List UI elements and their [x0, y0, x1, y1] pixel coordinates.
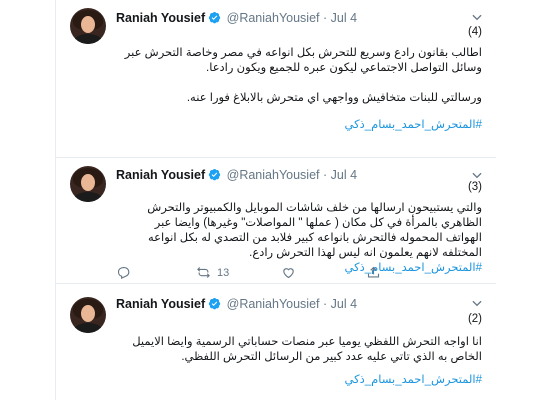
- tweet[interactable]: Raniah Yousief @RaniahYousief · Jul 4 (2…: [56, 284, 496, 400]
- tweet-text: (4) اطالب بقانون رادع وسريع للتحرش بكل ا…: [116, 25, 482, 133]
- avatar[interactable]: [70, 297, 106, 333]
- tweet-text: (3) والتي يستبيحون ارسالها من خلف شاشات …: [116, 180, 482, 276]
- display-name[interactable]: Raniah Yousief: [116, 11, 205, 25]
- thread-number: (2): [467, 313, 482, 325]
- tweet[interactable]: Raniah Yousief @RaniahYousief · Jul 4 (3…: [56, 158, 496, 284]
- thread-number: (4): [467, 26, 482, 38]
- tweet-paragraph: اطالب بقانون رادع وسريع للتحرش بكل انواع…: [124, 47, 482, 74]
- thread-number: (3): [467, 181, 482, 193]
- tweet-date[interactable]: Jul 4: [331, 297, 357, 311]
- reply-icon: [117, 266, 130, 280]
- tweet-date[interactable]: Jul 4: [331, 11, 357, 25]
- chevron-down-icon[interactable]: [470, 10, 484, 24]
- reply-button[interactable]: [116, 265, 131, 280]
- tweet[interactable]: Raniah Yousief @RaniahYousief · Jul 4 (4…: [56, 0, 496, 158]
- chevron-down-icon[interactable]: [470, 296, 484, 310]
- tweet-actions: 13: [116, 265, 416, 281]
- like-button[interactable]: [281, 265, 296, 280]
- avatar[interactable]: [70, 166, 106, 202]
- display-name[interactable]: Raniah Yousief: [116, 297, 205, 311]
- tweet-paragraph: والتي يستبيحون ارسالها من خلف شاشات المو…: [147, 202, 482, 259]
- retweet-button[interactable]: 13: [196, 265, 229, 280]
- retweet-count: 13: [217, 266, 230, 279]
- avatar[interactable]: [70, 8, 106, 44]
- tweet-paragraph: انا اواجه التحرش اللفظي يوميا عبر منصات …: [132, 336, 482, 363]
- retweet-icon: [197, 267, 210, 278]
- user-handle[interactable]: @RaniahYousief: [227, 11, 320, 25]
- hashtag-link[interactable]: #المتحرش_احمد_بسام_ذكي: [116, 118, 482, 133]
- like-icon: [283, 268, 294, 279]
- share-icon: [367, 266, 380, 278]
- user-handle[interactable]: @RaniahYousief: [227, 297, 320, 311]
- tweet-paragraph: ورسالتي للبنات متخافيش وواجهي اي متحرش ب…: [186, 92, 482, 104]
- hashtag-link[interactable]: #المتحرش_احمد_بسام_ذكي: [116, 373, 482, 388]
- tweet-text: (2) انا اواجه التحرش اللفظي يوميا عبر من…: [116, 312, 482, 388]
- tweet-thread: Raniah Yousief @RaniahYousief · Jul 4 (4…: [55, 0, 496, 400]
- share-button[interactable]: [366, 265, 381, 280]
